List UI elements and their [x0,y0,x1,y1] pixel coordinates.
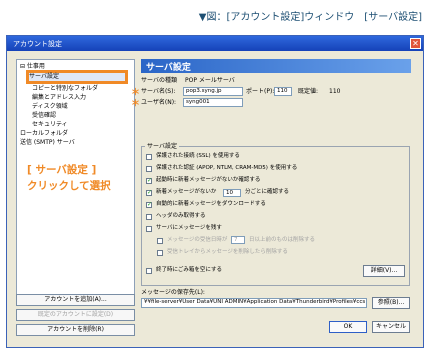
callout-line-1: [ サーバ設定 ] [27,164,97,176]
close-icon[interactable]: ✕ [410,38,421,49]
tree-item-composition[interactable]: 編集とアドレス入力 [32,93,86,102]
account-settings-window: アカウント設定 ✕ ⊟ 仕事用 サーバ設定 コピーと特別なフォルダ 編集とアドレ… [6,35,424,348]
cancel-button[interactable]: キャンセル [372,321,410,333]
window-titlebar: アカウント設定 ✕ [7,36,423,51]
auto-download-checkbox[interactable] [146,201,152,208]
secure-auth-checkbox[interactable] [146,166,152,172]
storage-path-input[interactable]: ¥¥file-server¥User Data¥UNI ADMIN¥Applic… [141,298,367,308]
check-interval-suffix: 分ごとに確認する [245,189,290,195]
check-at-startup-label: 起動時に新着メッセージがないか確認する [156,177,261,183]
server-type-value: POP メールサーバ [185,77,235,84]
delete-after-days-suffix: 日以上前のものは削除する [249,237,316,243]
headers-only-checkbox[interactable] [146,214,152,220]
tree-item-local-folders[interactable]: ローカルフォルダ [20,129,68,138]
add-account-button[interactable]: アカウントを追加(A)... [16,294,135,306]
panel-title: サーバ設定 [141,59,411,73]
headers-only-label: ヘッダのみ取得する [156,213,206,219]
set-default-account-button[interactable]: 既定のアカウントに設定(D) [16,309,135,321]
leave-on-server-checkbox[interactable] [146,226,152,232]
browse-button[interactable]: 参照(B)... [372,297,410,309]
server-name-input[interactable]: pop3.syng.jp [183,87,243,96]
tree-item-outgoing-server[interactable]: 送信 (SMTP) サーバ [20,138,75,147]
server-type-label: サーバの種類 [141,77,177,84]
secure-auth-checkbox-label: 保護された認証 (APOP, NTLM, CRAM-MD5) を使用する [156,165,298,171]
remove-account-button[interactable]: アカウントを削除(R) [16,324,135,336]
user-name-label: ユーザ名(N): [141,99,177,106]
tree-item-copies-folders[interactable]: コピーと特別なフォルダ [32,84,98,93]
default-port-value: 110 [329,88,341,95]
delete-after-days-checkbox[interactable] [157,238,163,244]
auto-download-label: 自動的に新着メッセージをダウンロードする [156,201,266,207]
port-label: ポート(P): [246,88,275,95]
port-input[interactable]: 110 [274,87,292,96]
check-interval-label: 新着メッセージがないか [156,189,217,195]
keep-days-input[interactable]: 7 [231,236,245,244]
ssl-checkbox[interactable] [146,154,152,160]
check-interval-checkbox[interactable] [146,189,152,196]
tree-item-return-receipts[interactable]: 受信確認 [32,111,56,120]
window-title: アカウント設定 [13,40,62,48]
default-port-label: 既定値: [298,88,319,95]
empty-trash-label: 終了時にごみ箱を空にする [156,267,222,273]
delete-from-inbox-label: 受信トレイからメッセージを削除したら削除する [167,249,288,255]
user-name-asterisk: ＊ [131,99,141,109]
check-interval-input[interactable]: 10 [223,189,241,197]
empty-trash-checkbox[interactable] [146,268,152,274]
leave-on-server-label: サーバにメッセージを残す [156,225,222,231]
advanced-button[interactable]: 詳細(V)... [363,265,405,277]
tree-item-server-settings[interactable]: サーバ設定 [26,70,128,84]
user-name-input[interactable]: syng001 [183,98,243,107]
server-name-label: サーバ名(S): [141,88,176,95]
storage-location-label: メッセージの保存先(L): [141,289,205,296]
check-at-startup-checkbox[interactable] [146,177,152,184]
ok-button[interactable]: OK [329,321,367,333]
figure-caption: ▼図：[アカウント設定]ウィンドウ [サーバ設定] [198,12,422,23]
tree-item-security[interactable]: セキュリティ [32,120,68,129]
callout-line-2: クリックして選択 [27,180,111,192]
server-settings-group-label: サーバ設定 [145,141,179,150]
ssl-checkbox-label: 保護された接続 (SSL) を使用する [156,153,240,159]
annotation-callout: [ サーバ設定 ] クリックして選択 [27,162,139,194]
delete-from-inbox-checkbox[interactable] [157,250,163,256]
delete-after-days-label: メッセージの受信日時が [167,237,228,243]
tree-item-disk-space[interactable]: ディスク領域 [32,102,68,111]
